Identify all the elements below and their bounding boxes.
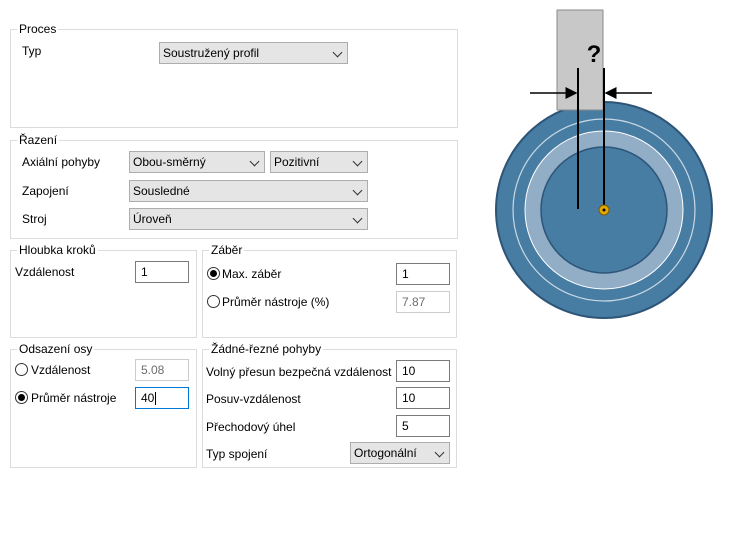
chevron-down-icon [352, 213, 363, 224]
typ-spojeni-label: Typ spojení [206, 447, 268, 461]
chevron-down-icon [352, 156, 363, 167]
volny-label: Volný přesun bezpečná vzdálenost [206, 365, 392, 379]
text-caret [155, 392, 157, 406]
odsazeni-prumer-value: 40 [141, 391, 155, 405]
typ-spojeni-select[interactable]: Ortogonální [350, 442, 450, 464]
prechodovy-input[interactable]: 5 [396, 415, 450, 437]
proces-title: Proces [17, 22, 59, 36]
chevron-down-icon [352, 185, 363, 196]
max-zaber-label: Max. záběr [222, 267, 282, 281]
typ-spojeni-value: Ortogonální [354, 446, 417, 460]
chevron-down-icon [249, 156, 260, 167]
odsazeni-prumer-input[interactable]: 40 [135, 387, 189, 409]
zaber-prumer-radio[interactable] [207, 295, 220, 308]
chevron-down-icon [434, 447, 445, 458]
razeni-title: Řazení [17, 133, 60, 147]
odsazeni-prumer-label: Průměr nástroje (% [31, 391, 119, 405]
tool-diagram: ? [495, 9, 713, 319]
hloubka-title: Hloubka kroků [17, 243, 98, 257]
stroj-label: Stroj [22, 212, 47, 226]
odsazeni-vzdalenost-input[interactable]: 5.08 [135, 359, 189, 381]
zapojeni-select[interactable]: Sousledné [129, 180, 368, 202]
odsazeni-vzdalenost-label: Vzdálenost [31, 363, 91, 377]
posuv-label: Posuv-vzdálenost [206, 392, 301, 406]
odsazeni-vzdalenost-radio[interactable] [15, 363, 28, 376]
axialni-label: Axiální pohyby [22, 155, 101, 169]
tool-center-point [602, 208, 606, 212]
chevron-down-icon [332, 47, 343, 58]
odsazeni-title: Odsazení osy [17, 342, 95, 356]
posuv-input[interactable]: 10 [396, 387, 450, 409]
hloubka-vzdalenost-input[interactable]: 1 [135, 261, 189, 283]
zaber-prumer-input[interactable]: 7.87 [396, 291, 450, 313]
zadne-title: Žádné-řezné pohyby [209, 342, 324, 356]
axialni-select[interactable]: Obou-směrný [129, 151, 265, 173]
hloubka-vzdalenost-label: Vzdálenost [15, 265, 75, 279]
typ-select[interactable]: Soustružený profil [159, 42, 348, 64]
zaber-prumer-label: Průměr nástroje (%) [222, 295, 330, 309]
volny-input[interactable]: 10 [396, 360, 450, 382]
stroj-select-value: Úroveň [133, 212, 172, 226]
max-zaber-input[interactable]: 1 [396, 263, 450, 285]
smer-select-value: Pozitivní [274, 155, 320, 169]
typ-label: Typ [22, 44, 42, 58]
axialni-select-value: Obou-směrný [133, 155, 206, 169]
smer-select[interactable]: Pozitivní [270, 151, 368, 173]
stroj-select[interactable]: Úroveň [129, 208, 368, 230]
typ-select-value: Soustružený profil [163, 46, 260, 60]
odsazeni-prumer-radio[interactable] [15, 391, 28, 404]
zapojeni-select-value: Sousledné [133, 184, 190, 198]
zaber-title: Záběr [209, 243, 245, 257]
question-mark: ? [587, 41, 602, 68]
max-zaber-radio[interactable] [207, 267, 220, 280]
zapojeni-label: Zapojení [22, 184, 69, 198]
prechodovy-label: Přechodový úhel [206, 420, 296, 434]
